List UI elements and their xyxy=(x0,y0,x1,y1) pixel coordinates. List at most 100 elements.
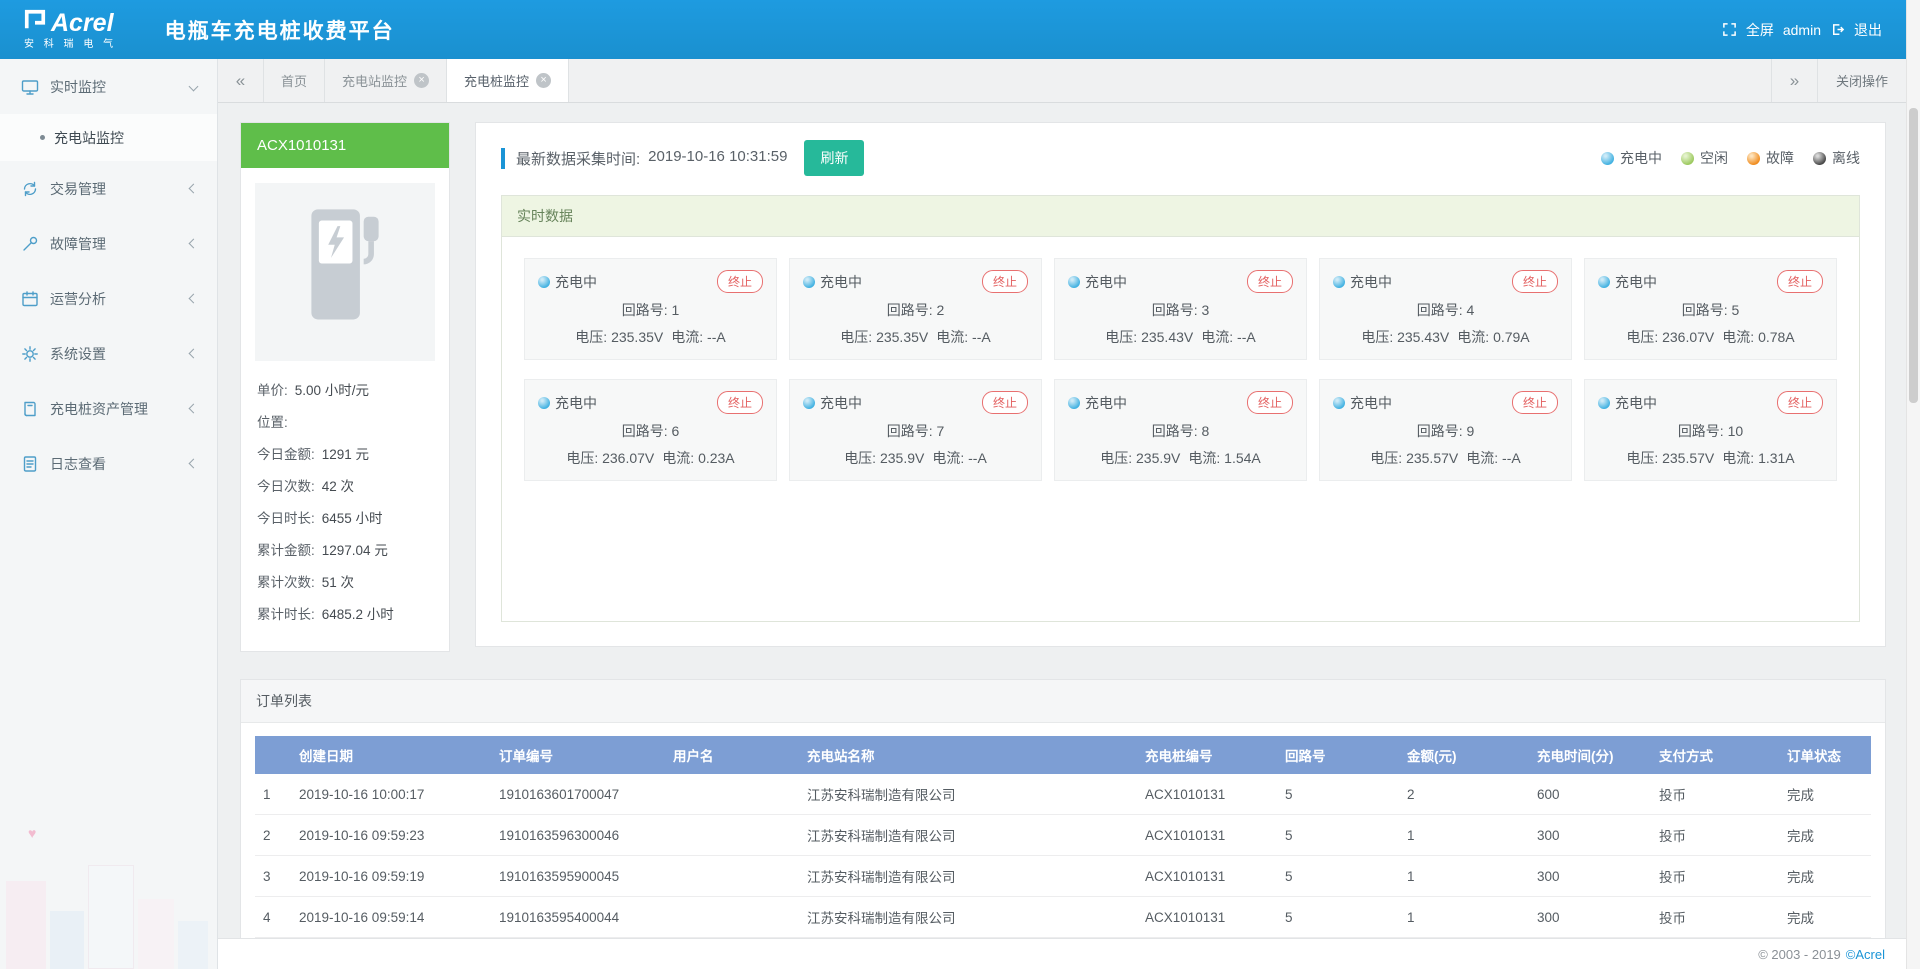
cell-station-name: 江苏安科瑞制造有限公司 xyxy=(799,856,1137,897)
cell-station-name: 江苏安科瑞制造有限公司 xyxy=(799,897,1137,938)
tabs-scroll-left-button[interactable]: « xyxy=(218,59,264,102)
stat-location: 位置: xyxy=(257,411,433,431)
col-station-name: 充电站名称 xyxy=(799,736,1137,774)
terminate-button[interactable]: 终止 xyxy=(982,391,1028,414)
tab-home[interactable]: 首页 xyxy=(264,59,325,102)
sidebar-item-pile-assets[interactable]: 充电桩资产管理 xyxy=(0,381,217,436)
fault-dot-icon xyxy=(1747,152,1760,165)
tab-station-monitor[interactable]: 充电站监控 × xyxy=(325,59,447,102)
cell-index: 4 xyxy=(255,897,291,938)
sidebar-item-system-settings[interactable]: 系统设置 xyxy=(0,326,217,381)
fullscreen-button[interactable]: 全屏 xyxy=(1746,20,1774,40)
sidebar-item-logs[interactable]: 日志查看 xyxy=(0,436,217,491)
cell-index: 1 xyxy=(255,774,291,815)
sidebar-item-transactions[interactable]: 交易管理 xyxy=(0,161,217,216)
monitor-panel: 最新数据采集时间: 2019-10-16 10:31:59 刷新 充电中 空闲 … xyxy=(475,122,1886,647)
sidebar-item-operation-analysis[interactable]: 运营分析 xyxy=(0,271,217,326)
cell-username xyxy=(665,897,799,938)
sidebar-item-faults[interactable]: 故障管理 xyxy=(0,216,217,271)
col-create-date: 创建日期 xyxy=(291,736,491,774)
logout-button[interactable]: 退出 xyxy=(1854,20,1882,40)
stat-today-amount: 今日金额:1291 元 xyxy=(257,443,433,463)
col-index xyxy=(255,736,291,774)
book-icon xyxy=(21,400,39,418)
refresh-button[interactable]: 刷新 xyxy=(804,140,864,176)
terminate-button[interactable]: 终止 xyxy=(717,270,763,293)
col-amount: 金额(元) xyxy=(1399,736,1529,774)
circuit-card: 充电中终止 回路号: 10 电压: 235.57V电流: 1.31A xyxy=(1584,379,1837,481)
city-illustration xyxy=(0,819,217,969)
terminate-button[interactable]: 终止 xyxy=(1512,391,1558,414)
brand-link[interactable]: ©Acrel xyxy=(1846,947,1885,962)
cell-order-status: 完成 xyxy=(1779,897,1871,938)
stat-total-duration: 累计时长:6485.2 小时 xyxy=(257,603,433,623)
sidebar-item-label: 交易管理 xyxy=(50,179,106,199)
chevron-left-icon xyxy=(189,349,199,359)
copyright-text: © 2003 - 2019 xyxy=(1758,947,1841,962)
chevron-left-icon xyxy=(189,239,199,249)
circuit-card: 充电中终止 回路号: 7 电压: 235.9V电流: --A xyxy=(789,379,1042,481)
cell-station-name: 江苏安科瑞制造有限公司 xyxy=(799,815,1137,856)
close-icon[interactable]: × xyxy=(414,73,429,88)
terminate-button[interactable]: 终止 xyxy=(1247,391,1293,414)
cell-username xyxy=(665,774,799,815)
terminate-button[interactable]: 终止 xyxy=(717,391,763,414)
device-stats: 单价:5.00 小时/元 位置: 今日金额:1291 元 今日次数:42 次 今… xyxy=(241,375,449,651)
cell-charge-minutes: 300 xyxy=(1529,815,1651,856)
circuit-card: 充电中终止 回路号: 2 电压: 235.35V电流: --A xyxy=(789,258,1042,360)
sidebar-item-label: 故障管理 xyxy=(50,234,106,254)
orders-section-title: 订单列表 xyxy=(241,680,1885,723)
legend-fault: 故障 xyxy=(1747,148,1794,168)
cell-index: 2 xyxy=(255,815,291,856)
table-row: 4 2019-10-16 09:59:14 1910163595400044 江… xyxy=(255,897,1871,938)
cell-pay-method: 投币 xyxy=(1651,815,1779,856)
username[interactable]: admin xyxy=(1783,22,1821,38)
sidebar-item-label: 实时监控 xyxy=(50,77,106,97)
cell-index: 3 xyxy=(255,856,291,897)
cell-circuit-no: 5 xyxy=(1277,856,1399,897)
cell-pay-method: 投币 xyxy=(1651,774,1779,815)
cell-circuit-no: 5 xyxy=(1277,897,1399,938)
col-pay-method: 支付方式 xyxy=(1651,736,1779,774)
logo-subtext: 安 科 瑞 电 气 xyxy=(24,40,117,50)
cell-order-no: 1910163596300046 xyxy=(491,815,665,856)
tab-pile-monitor[interactable]: 充电桩监控 × xyxy=(447,59,569,102)
terminate-button[interactable]: 终止 xyxy=(1512,270,1558,293)
sidebar-item-realtime-monitor[interactable]: 实时监控 xyxy=(0,59,217,114)
device-card: ACX1010131 xyxy=(240,122,450,652)
table-row: 2 2019-10-16 09:59:23 1910163596300046 江… xyxy=(255,815,1871,856)
realtime-data-section: 实时数据 充电中终止 回路号: 1 电压: 235.35V电流: --A 充电中… xyxy=(501,195,1860,622)
acrel-logo: Acrel 安 科 瑞 电 气 xyxy=(24,9,117,50)
chevron-left-icon xyxy=(189,294,199,304)
col-pile-no: 充电桩编号 xyxy=(1137,736,1277,774)
sidebar-item-station-monitor[interactable]: 充电站监控 xyxy=(0,114,217,161)
close-operations-button[interactable]: 关闭操作 xyxy=(1817,59,1906,102)
fullscreen-icon[interactable] xyxy=(1722,22,1737,37)
cell-station-name: 江苏安科瑞制造有限公司 xyxy=(799,774,1137,815)
cell-order-status: 完成 xyxy=(1779,856,1871,897)
logout-icon[interactable] xyxy=(1830,22,1845,37)
cell-pile-no: ACX1010131 xyxy=(1137,856,1277,897)
stat-total-amount: 累计金额:1297.04 元 xyxy=(257,539,433,559)
circuit-card: 充电中终止 回路号: 6 电压: 236.07V电流: 0.23A xyxy=(524,379,777,481)
circuit-card: 充电中终止 回路号: 5 电压: 236.07V电流: 0.78A xyxy=(1584,258,1837,360)
cell-order-no: 1910163601700047 xyxy=(491,774,665,815)
charging-dot-icon xyxy=(1068,276,1080,288)
terminate-button[interactable]: 终止 xyxy=(1777,391,1823,414)
cell-pile-no: ACX1010131 xyxy=(1137,774,1277,815)
terminate-button[interactable]: 终止 xyxy=(1247,270,1293,293)
charging-dot-icon xyxy=(538,397,550,409)
logo-text: Acrel xyxy=(51,11,114,36)
terminate-button[interactable]: 终止 xyxy=(982,270,1028,293)
close-icon[interactable]: × xyxy=(536,73,551,88)
cell-charge-minutes: 300 xyxy=(1529,897,1651,938)
device-icon-box xyxy=(255,183,435,361)
tabs-scroll-right-button[interactable]: » xyxy=(1771,59,1817,102)
stat-today-count: 今日次数:42 次 xyxy=(257,475,433,495)
chevron-left-icon xyxy=(189,184,199,194)
scrollbar-thumb[interactable] xyxy=(1909,108,1918,403)
vertical-scrollbar[interactable] xyxy=(1906,0,1920,969)
terminate-button[interactable]: 终止 xyxy=(1777,270,1823,293)
charging-dot-icon xyxy=(1598,276,1610,288)
cell-circuit-no: 5 xyxy=(1277,774,1399,815)
